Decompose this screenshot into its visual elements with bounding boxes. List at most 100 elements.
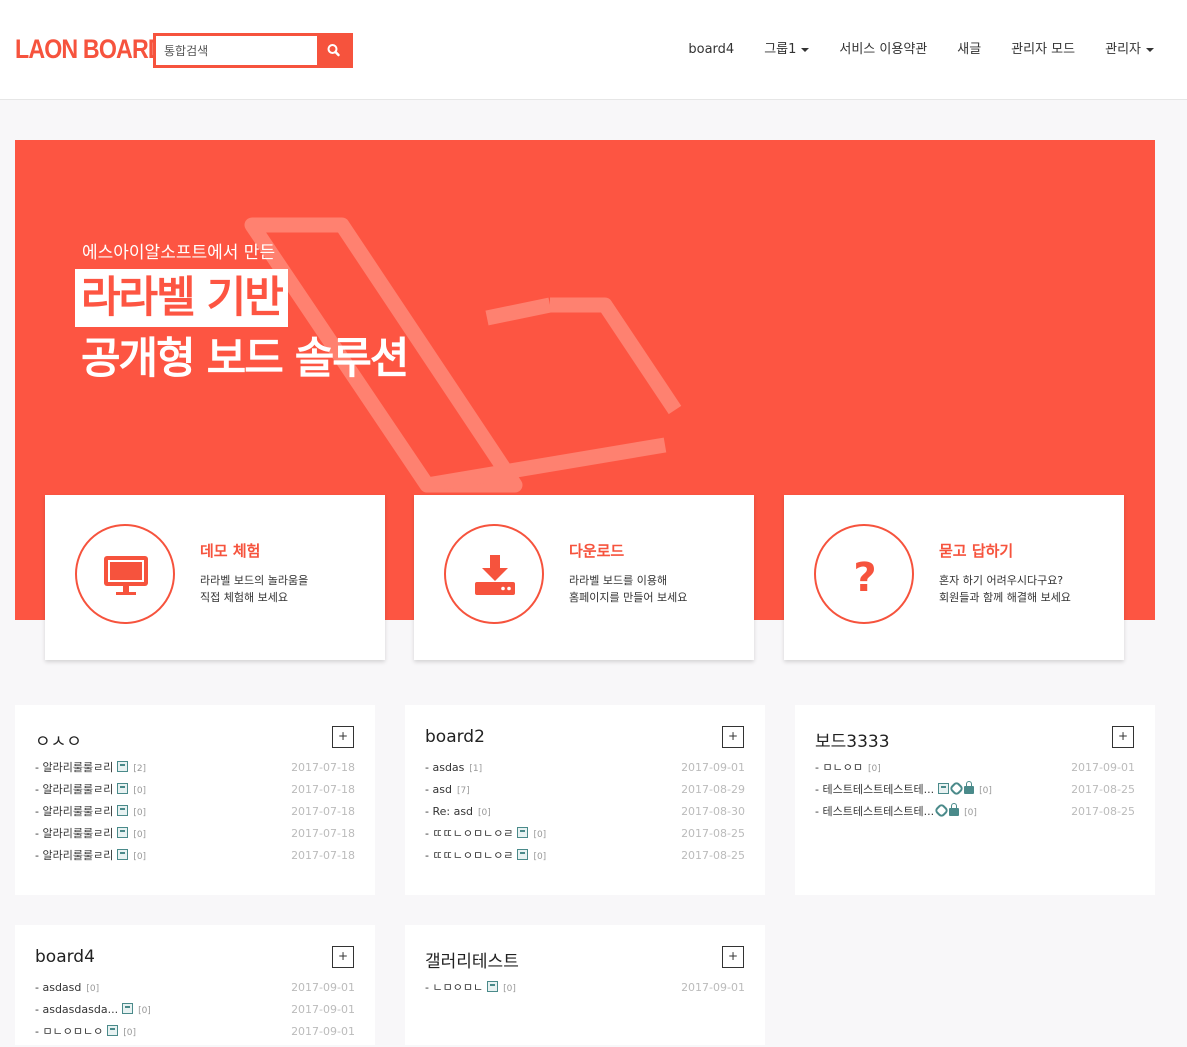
- comment-count: [0]: [533, 852, 547, 862]
- list-item[interactable]: - asdasd [0] 2017-09-01: [35, 981, 355, 1003]
- search-button[interactable]: [317, 36, 350, 65]
- post-title[interactable]: asdasdasda...: [42, 1003, 118, 1016]
- post-date: 2017-08-25: [1071, 783, 1135, 796]
- file-icon: [117, 849, 129, 860]
- list-item[interactable]: - ㄴㅁㅇㅁㄴ [0] 2017-09-01: [425, 981, 745, 1003]
- card-demo[interactable]: 데모 체험 라라벨 보드의 놀라움을 직접 체험해 보세요: [45, 495, 385, 660]
- comment-count: [0]: [964, 808, 977, 818]
- comment-count: [1]: [469, 764, 483, 774]
- question-icon: ?: [853, 555, 876, 601]
- link-icon: [948, 780, 965, 797]
- board-widget: ㅇㅅㅇ + - 알라리룰룰ㄹ리 [2] 2017-07-18- 알라리룰룰ㄹ리 [0] 20…: [15, 705, 375, 895]
- list-item[interactable]: - 알라리룰룰ㄹ리 [0] 2017-07-18: [35, 783, 355, 805]
- card-icon-circle: [444, 524, 544, 624]
- post-list: - asdasd [0] 2017-09-01- asdasdasda... [0] 2…: [35, 981, 355, 1047]
- list-item[interactable]: - 테스트테스트테스트테... [0] 2017-08-25: [815, 802, 1135, 827]
- more-button[interactable]: +: [332, 946, 354, 968]
- more-button[interactable]: +: [722, 726, 744, 748]
- search-input[interactable]: [156, 36, 320, 65]
- comment-count: [0]: [133, 830, 147, 840]
- nav-item-0[interactable]: board4: [688, 40, 734, 60]
- nav-item-5[interactable]: 관리자: [1105, 40, 1154, 60]
- post-title[interactable]: asdasd: [42, 981, 81, 994]
- file-icon: [517, 849, 529, 860]
- caret-down-icon: [801, 48, 810, 52]
- post-title[interactable]: 테스트테스트테스트테...: [822, 783, 934, 796]
- board-widget: 갤러리테스트 + - ㄴㅁㅇㅁㄴ [0] 2017-09-01: [405, 925, 765, 1045]
- post-date: 2017-09-01: [681, 981, 745, 994]
- nav-item-label: 관리자 모드: [1011, 42, 1076, 57]
- site-logo[interactable]: LAON BOARD: [15, 34, 165, 65]
- card-desc-line: 라라벨 보드를 이용해: [569, 574, 668, 587]
- post-list: - 알라리룰룰ㄹ리 [2] 2017-07-18- 알라리룰룰ㄹ리 [0] 2017-0…: [35, 761, 355, 871]
- widget-title[interactable]: board2: [425, 727, 485, 747]
- widget-title[interactable]: 보드3333: [815, 727, 890, 752]
- widget-title[interactable]: board4: [35, 947, 95, 967]
- card-description: 라라벨 보드를 이용해 홈페이지를 만들어 보세요: [569, 572, 687, 606]
- post-list: - ㅁㄴㅇㅁ [0] 2017-09-01- 테스트테스트테스트테... [0] 201…: [815, 761, 1135, 827]
- nav-item-3[interactable]: 새글: [957, 40, 981, 60]
- post-title[interactable]: asdas: [432, 761, 464, 774]
- post-title[interactable]: ㄴㅁㅇㅁㄴ: [432, 981, 483, 994]
- link-icon: [933, 802, 950, 819]
- list-item[interactable]: - asdas [1] 2017-09-01: [425, 761, 745, 783]
- post-title[interactable]: 알라리룰룰ㄹ리: [42, 849, 113, 862]
- caret-down-icon: [1146, 48, 1154, 52]
- list-item[interactable]: - ㅁㄴㅇㅁ [0] 2017-09-01: [815, 761, 1135, 783]
- post-date: 2017-09-01: [681, 761, 745, 774]
- more-button[interactable]: +: [1112, 726, 1134, 748]
- card-title: 다운로드: [569, 542, 625, 560]
- post-date: 2017-07-18: [291, 761, 355, 774]
- comment-count: [0]: [503, 984, 516, 994]
- file-icon: [107, 1025, 119, 1036]
- card-desc-line: 혼자 하기 어려우시다구요?: [939, 574, 1064, 587]
- list-item[interactable]: - 알라리룰룰ㄹ리 [0] 2017-07-18: [35, 805, 355, 827]
- post-title[interactable]: Re: asd: [432, 805, 473, 818]
- post-title[interactable]: ㅁㄴㅇㅁ: [822, 761, 862, 774]
- hero-title: 공개형 보드 솔루션: [81, 334, 409, 384]
- post-title[interactable]: ㄸㄸㄴㅇㅁㄴㅇㄹ: [432, 849, 513, 862]
- post-date: 2017-08-25: [681, 827, 745, 840]
- card-icon-circle: [75, 524, 175, 624]
- list-item[interactable]: - 알라리룰룰ㄹ리 [0] 2017-07-18: [35, 849, 355, 871]
- list-item[interactable]: - ㅁㄴㅇㅁㄴㅇ [0] 2017-09-01: [35, 1025, 355, 1047]
- list-item[interactable]: - ㄸㄸㄴㅇㅁㄴㅇㄹ [0] 2017-08-25: [425, 849, 745, 871]
- card-qna[interactable]: ? 묻고 답하기 혼자 하기 어려우시다구요? 회원들과 함께 해결해 보세요: [784, 495, 1124, 660]
- list-item[interactable]: - asd [7] 2017-08-29: [425, 783, 745, 805]
- more-button[interactable]: +: [332, 726, 354, 748]
- list-item[interactable]: - asdasdasda... [0] 2017-09-01: [35, 1003, 355, 1025]
- card-download[interactable]: 다운로드 라라벨 보드를 이용해 홈페이지를 만들어 보세요: [414, 495, 754, 660]
- post-title[interactable]: asd: [432, 783, 451, 796]
- post-title[interactable]: 알라리룰룰ㄹ리: [42, 827, 113, 840]
- post-title[interactable]: 알라리룰룰ㄹ리: [42, 783, 113, 796]
- card-description: 라라벨 보드의 놀라움을 직접 체험해 보세요: [200, 572, 308, 606]
- post-title[interactable]: ㅁㄴㅇㅁㄴㅇ: [42, 1025, 103, 1038]
- post-title[interactable]: ㄸㄸㄴㅇㅁㄴㅇㄹ: [432, 827, 513, 840]
- list-item[interactable]: - 테스트테스트테스트테... [0] 2017-08-25: [815, 780, 1135, 805]
- comment-count: [0]: [133, 852, 147, 862]
- nav-item-4[interactable]: 관리자 모드: [1011, 40, 1075, 60]
- post-title[interactable]: 테스트테스트테스트테...: [822, 805, 934, 818]
- svg-text:?: ?: [853, 555, 876, 601]
- nav-item-label: 관리자: [1105, 42, 1141, 57]
- post-list: - ㄴㅁㅇㅁㄴ [0] 2017-09-01: [425, 981, 745, 1003]
- post-title[interactable]: 알라리룰룰ㄹ리: [42, 761, 113, 774]
- card-description: 혼자 하기 어려우시다구요? 회원들과 함께 해결해 보세요: [939, 572, 1071, 606]
- nav-item-2[interactable]: 서비스 이용약관: [839, 40, 927, 60]
- post-date: 2017-09-01: [291, 1025, 355, 1038]
- comment-count: [0]: [979, 786, 992, 796]
- list-item[interactable]: - Re: asd [0] 2017-08-30: [425, 805, 745, 827]
- card-desc-line: 라라벨 보드의 놀라움을: [200, 574, 309, 587]
- widget-title[interactable]: 갤러리테스트: [425, 947, 519, 972]
- nav-item-label: 새글: [957, 42, 982, 57]
- more-button[interactable]: +: [722, 946, 744, 968]
- list-item[interactable]: - 알라리룰룰ㄹ리 [2] 2017-07-18: [35, 761, 355, 783]
- list-item[interactable]: - 알라리룰룰ㄹ리 [0] 2017-07-18: [35, 827, 355, 849]
- widget-title[interactable]: ㅇㅅㅇ: [35, 727, 82, 752]
- file-icon: [122, 1003, 134, 1014]
- post-date: 2017-07-18: [291, 783, 355, 796]
- download-icon: [475, 555, 515, 595]
- post-title[interactable]: 알라리룰룰ㄹ리: [42, 805, 113, 818]
- nav-item-1[interactable]: 그룹1: [764, 40, 810, 60]
- list-item[interactable]: - ㄸㄸㄴㅇㅁㄴㅇㄹ [0] 2017-08-25: [425, 827, 745, 849]
